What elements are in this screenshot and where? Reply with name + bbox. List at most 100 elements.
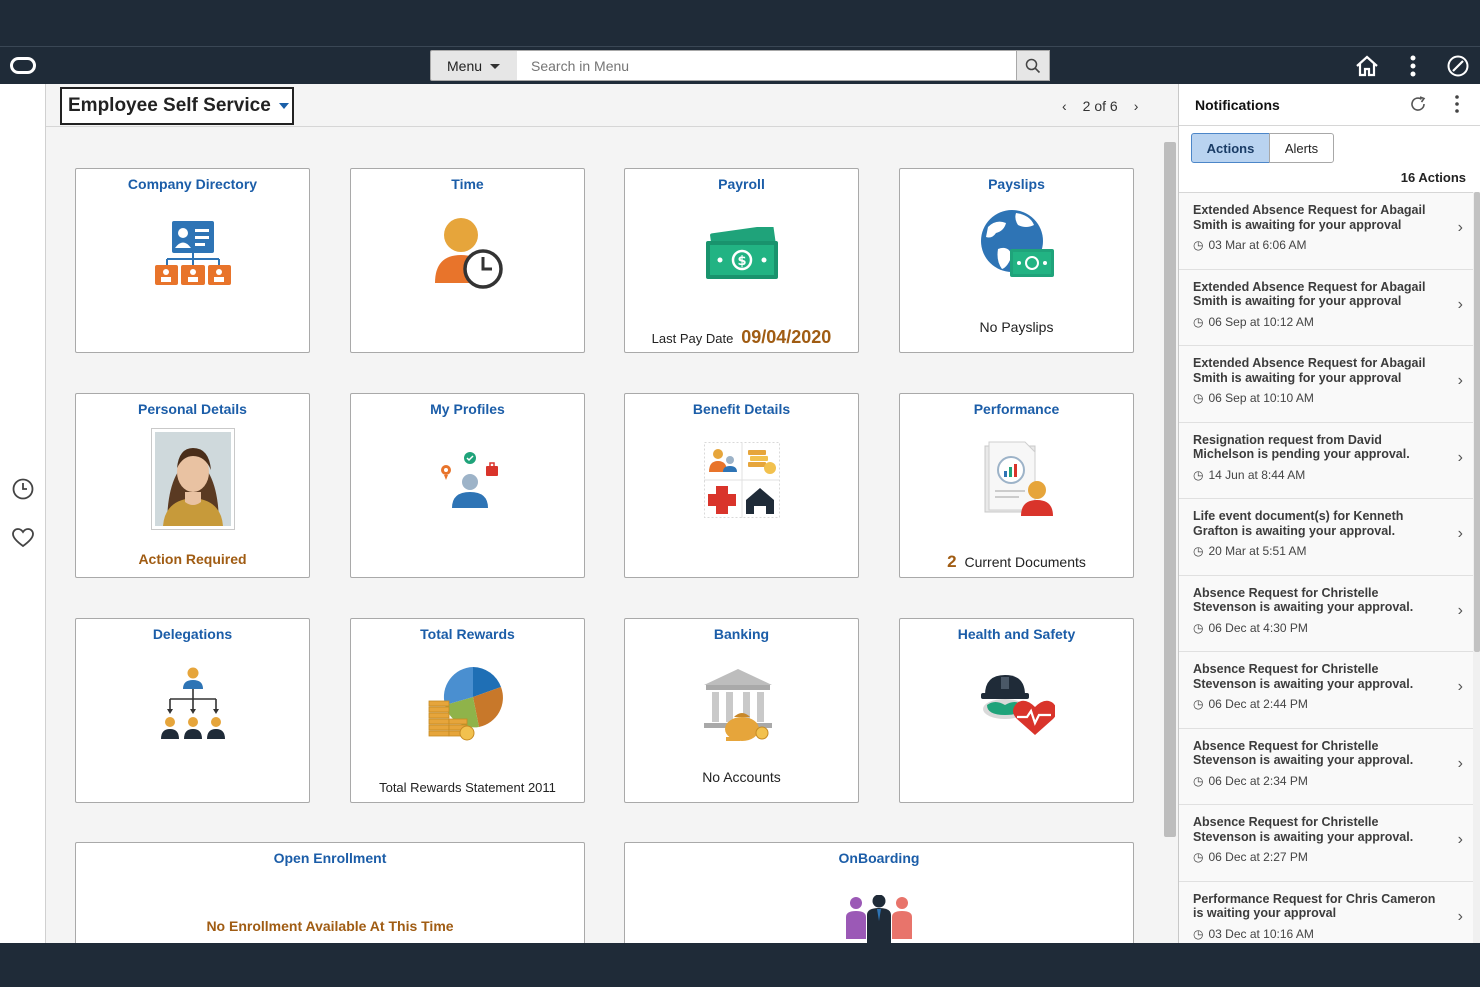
clock-icon: ◷ bbox=[1193, 620, 1204, 635]
notification-timestamp: 03 Mar at 6:06 AM bbox=[1208, 238, 1307, 252]
search-icon bbox=[1025, 58, 1041, 73]
favorites-button[interactable] bbox=[11, 526, 35, 550]
tile-banking[interactable]: Banking No Accounts bbox=[624, 618, 859, 803]
list-item[interactable]: Performance Request for Chris Cameron is… bbox=[1179, 881, 1473, 943]
actions-count: 16 Actions bbox=[1400, 170, 1466, 185]
tile-my-profiles[interactable]: My Profiles bbox=[350, 393, 585, 578]
notification-time: ◷ 06 Dec at 2:27 PM bbox=[1193, 850, 1437, 864]
menu-button-label: Menu bbox=[447, 57, 483, 74]
tile-performance[interactable]: Performance 2 Current Documents bbox=[899, 393, 1134, 578]
benefits-grid-icon bbox=[703, 442, 780, 518]
chevron-right-icon: › bbox=[1457, 601, 1463, 619]
list-item[interactable]: Absence Request for Christelle Stevenson… bbox=[1179, 728, 1473, 805]
recent-places-button[interactable] bbox=[11, 477, 35, 501]
total-rewards-statement-text: Total Rewards Statement 2011 bbox=[379, 780, 556, 795]
notification-time: ◷ 03 Dec at 10:16 AM bbox=[1193, 927, 1437, 941]
pie-coins-icon bbox=[428, 667, 503, 741]
tile-title: Banking bbox=[713, 626, 770, 642]
tab-actions[interactable]: Actions bbox=[1191, 133, 1270, 163]
current-documents-label: Current Documents bbox=[964, 554, 1086, 570]
oracle-logo bbox=[10, 57, 36, 74]
homepage-scrollbar[interactable] bbox=[1164, 142, 1176, 943]
tile-benefit-details[interactable]: Benefit Details bbox=[624, 393, 859, 578]
notification-text: Performance Request for Chris Cameron is… bbox=[1193, 891, 1436, 921]
tile-open-enrollment[interactable]: Open Enrollment No Enrollment Available … bbox=[75, 842, 585, 943]
navbar-button[interactable] bbox=[1445, 53, 1471, 79]
tile-health-and-safety[interactable]: Health and Safety bbox=[899, 618, 1134, 803]
list-item[interactable]: Resignation request from David Michelson… bbox=[1179, 422, 1473, 499]
notifications-title: Notifications bbox=[1195, 97, 1280, 113]
profile-badges-icon bbox=[440, 452, 498, 508]
notification-text: Absence Request for Christelle Stevenson… bbox=[1193, 738, 1414, 768]
tile-footer: 2 Current Documents bbox=[900, 552, 1133, 572]
clock-icon bbox=[12, 478, 34, 500]
current-documents-count: 2 bbox=[947, 552, 957, 571]
money-bills-icon: $ bbox=[705, 227, 778, 279]
tab-alerts[interactable]: Alerts bbox=[1269, 133, 1334, 163]
homepage-main: Employee Self Service ‹ 2 of 6 › Company… bbox=[46, 84, 1178, 943]
tile-time[interactable]: Time bbox=[350, 168, 585, 353]
last-pay-date-label: Last Pay Date bbox=[651, 331, 734, 346]
menu-button[interactable]: Menu bbox=[430, 50, 518, 81]
home-button[interactable] bbox=[1354, 53, 1380, 79]
clock-icon: ◷ bbox=[1193, 467, 1204, 482]
list-item[interactable]: Extended Absence Request for Abagail Smi… bbox=[1179, 193, 1473, 270]
chevron-right-icon: › bbox=[1457, 372, 1463, 389]
tile-company-directory[interactable]: Company Directory bbox=[75, 168, 310, 353]
search-input[interactable] bbox=[517, 50, 1017, 81]
kebab-menu-icon bbox=[1410, 55, 1416, 77]
list-item[interactable]: Life event document(s) for Kenneth Graft… bbox=[1179, 499, 1473, 576]
list-item[interactable]: Extended Absence Request for Abagail Smi… bbox=[1179, 346, 1473, 423]
tile-total-rewards[interactable]: Total Rewards Total Rewards Statement 20… bbox=[350, 618, 585, 803]
search-button[interactable] bbox=[1016, 50, 1050, 81]
notifications-list: Extended Absence Request for Abagail Smi… bbox=[1179, 192, 1473, 943]
tile-title: Company Directory bbox=[127, 176, 258, 192]
tile-personal-details[interactable]: Personal Details Action Required bbox=[75, 393, 310, 578]
actions-menu-button[interactable] bbox=[1400, 53, 1426, 79]
org-directory-icon bbox=[154, 221, 231, 285]
notification-text: Resignation request from David Michelson… bbox=[1193, 432, 1410, 462]
tile-payroll[interactable]: Payroll $ Last Pay Date 09/04/2020 bbox=[624, 168, 859, 353]
tile-title: My Profiles bbox=[430, 401, 505, 417]
notification-time: ◷ 06 Sep at 10:10 AM bbox=[1193, 391, 1437, 405]
notification-text: Life event document(s) for Kenneth Graft… bbox=[1193, 509, 1404, 538]
notification-time: ◷ 14 Jun at 8:44 AM bbox=[1193, 468, 1437, 482]
scrollbar-thumb[interactable] bbox=[1164, 142, 1176, 837]
notification-timestamp: 06 Dec at 2:27 PM bbox=[1208, 850, 1308, 864]
home-icon bbox=[1356, 55, 1378, 77]
refresh-icon[interactable] bbox=[1409, 95, 1427, 113]
tile-title: Performance bbox=[973, 401, 1060, 417]
homepage-title: Employee Self Service bbox=[68, 95, 271, 116]
list-item[interactable]: Absence Request for Christelle Stevenson… bbox=[1179, 652, 1473, 729]
next-page-icon[interactable]: › bbox=[1134, 98, 1139, 114]
no-accounts-text: No Accounts bbox=[702, 769, 781, 785]
no-payslips-text: No Payslips bbox=[979, 319, 1054, 335]
tile-onboarding[interactable]: OnBoarding bbox=[624, 842, 1134, 943]
kebab-menu-icon[interactable] bbox=[1455, 95, 1459, 113]
notification-timestamp: 14 Jun at 8:44 AM bbox=[1208, 467, 1306, 482]
list-item[interactable]: Absence Request for Christelle Stevenson… bbox=[1179, 575, 1473, 652]
bank-building-icon bbox=[703, 669, 772, 741]
window-bottom-band bbox=[0, 943, 1480, 987]
previous-page-icon[interactable]: ‹ bbox=[1062, 98, 1067, 114]
list-item[interactable]: Extended Absence Request for Abagail Smi… bbox=[1179, 269, 1473, 346]
compass-icon bbox=[1447, 55, 1469, 77]
homepage-selector[interactable]: Employee Self Service bbox=[60, 87, 294, 125]
tile-payslips[interactable]: Payslips No Payslips bbox=[899, 168, 1134, 353]
performance-report-icon bbox=[984, 441, 1053, 516]
notification-text: Extended Absence Request for Abagail Smi… bbox=[1193, 279, 1426, 309]
no-enrollment-text: No Enrollment Available At This Time bbox=[206, 918, 454, 934]
list-item[interactable]: Absence Request for Christelle Stevenson… bbox=[1179, 805, 1473, 882]
notifications-panel: Notifications Actions Alerts 16 Actions … bbox=[1178, 84, 1480, 943]
tile-delegations[interactable]: Delegations bbox=[75, 618, 310, 803]
chevron-right-icon: › bbox=[1457, 525, 1463, 542]
tile-title: Open Enrollment bbox=[273, 850, 387, 866]
caret-down-icon bbox=[278, 103, 289, 109]
clock-icon: ◷ bbox=[1193, 544, 1204, 558]
tile-title: OnBoarding bbox=[838, 850, 920, 866]
action-required-text: Action Required bbox=[138, 551, 247, 567]
chevron-right-icon: › bbox=[1457, 448, 1463, 466]
scrollbar-thumb[interactable] bbox=[1474, 192, 1480, 652]
notifications-scrollbar[interactable] bbox=[1473, 192, 1480, 943]
left-rail bbox=[0, 84, 46, 943]
